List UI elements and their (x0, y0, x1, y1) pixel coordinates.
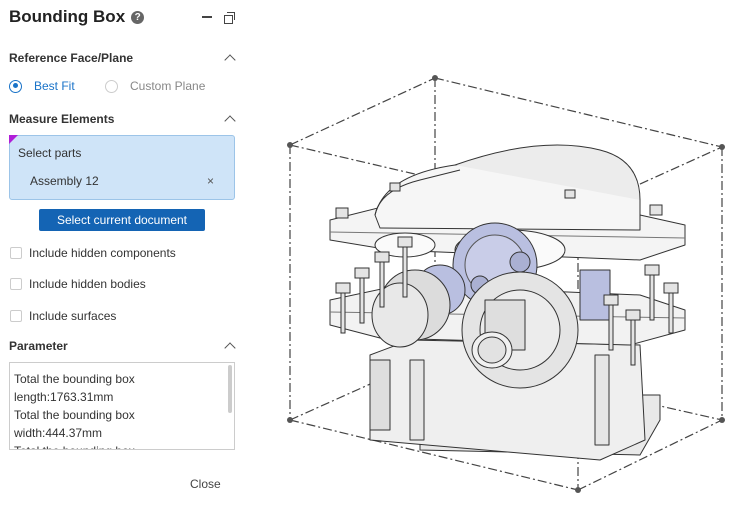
checkbox-label: Include hidden bodies (29, 277, 146, 291)
measure-section-title: Measure Elements (9, 112, 115, 126)
chevron-up-icon[interactable] (224, 115, 236, 127)
checkbox-label: Include surfaces (29, 309, 117, 323)
checkbox[interactable] (10, 278, 22, 290)
checkbox-row-hidden-components[interactable]: Include hidden components (10, 245, 176, 261)
parameter-section-title: Parameter (9, 339, 68, 353)
select-current-document-button[interactable]: Select current document (39, 209, 205, 231)
radio-best-fit[interactable]: Best Fit (9, 77, 75, 95)
select-parts-label: Select parts (18, 146, 82, 160)
checkbox-row-surfaces[interactable]: Include surfaces (10, 308, 116, 324)
panel-title: Bounding Box (9, 7, 126, 26)
parameter-line: width:444.37mm (14, 426, 103, 440)
scrollbar[interactable] (228, 365, 232, 413)
gearbox-model-view (287, 75, 725, 493)
restore-icon[interactable] (224, 11, 235, 24)
active-selection-marker (9, 135, 18, 144)
part-selection-box[interactable]: Select parts Assembly 12 × (9, 135, 235, 200)
checkbox-label: Include hidden components (29, 246, 176, 260)
radio-label-best-fit: Best Fit (34, 79, 75, 93)
chevron-up-icon[interactable] (224, 54, 236, 66)
parameter-results-box[interactable]: Total the bounding box length:1763.31mm … (9, 362, 235, 450)
parameter-section-header[interactable]: Parameter (9, 338, 239, 354)
panel-header: Bounding Box ? (9, 6, 239, 28)
parameter-line: Total the bounding box (14, 372, 135, 386)
checkbox[interactable] (10, 247, 22, 259)
help-icon[interactable]: ? (131, 10, 145, 24)
radio-label-custom-plane: Custom Plane (130, 79, 206, 93)
parameter-text: Total the bounding box length:1763.31mm … (14, 370, 226, 449)
reference-section-header[interactable]: Reference Face/Plane (9, 50, 239, 66)
radio-button-selected[interactable] (9, 79, 22, 93)
checkbox[interactable] (10, 310, 22, 322)
close-icon[interactable]: × (207, 174, 214, 188)
reference-section-title: Reference Face/Plane (9, 51, 134, 65)
parameter-line: Total the bounding box (14, 408, 135, 422)
measure-section-header[interactable]: Measure Elements (9, 111, 239, 127)
selected-item-label: Assembly 12 (30, 174, 99, 188)
window-controls (202, 6, 235, 28)
checkbox-row-hidden-bodies[interactable]: Include hidden bodies (10, 276, 146, 292)
3d-viewport[interactable] (245, 0, 735, 512)
parameter-line: Total the bounding box (14, 442, 226, 449)
close-button[interactable]: Close (190, 477, 221, 491)
radio-button-unselected[interactable] (105, 79, 118, 93)
radio-custom-plane[interactable]: Custom Plane (105, 77, 205, 95)
chevron-up-icon[interactable] (224, 342, 236, 354)
parameter-line: length:1763.31mm (14, 390, 114, 404)
minimize-icon[interactable] (202, 16, 212, 18)
bounding-box-panel: Bounding Box ? Reference Face/Plane Best… (0, 0, 245, 512)
